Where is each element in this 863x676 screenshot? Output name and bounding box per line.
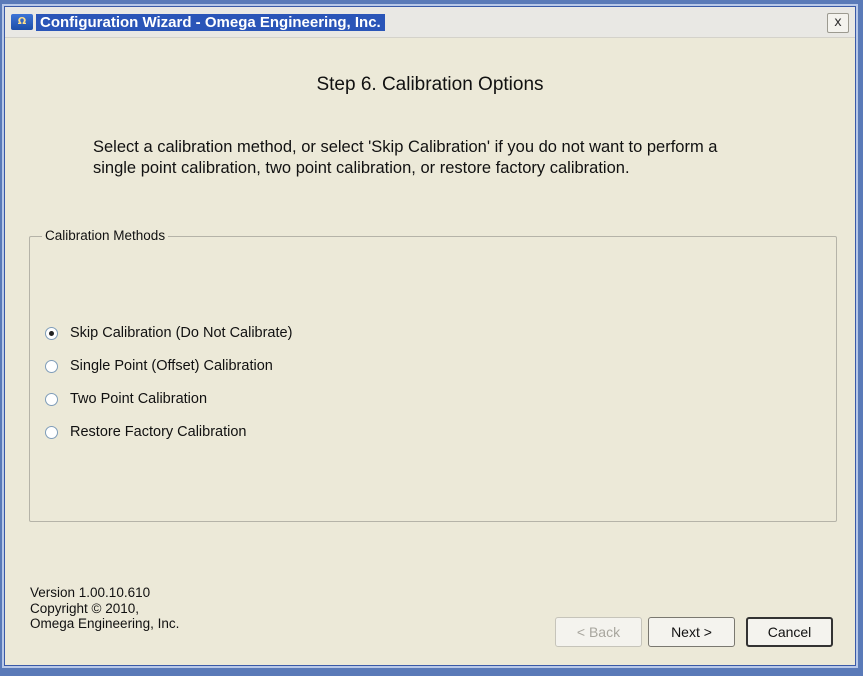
cancel-button[interactable]: Cancel [746, 617, 833, 647]
step-description: Select a calibration method, or select '… [93, 138, 718, 177]
radio-skip-calibration[interactable]: Skip Calibration (Do Not Calibrate) [45, 324, 292, 342]
radio-button[interactable] [45, 392, 58, 406]
window-title: Configuration Wizard - Omega Engineering… [36, 14, 385, 31]
back-button[interactable]: < Back [555, 617, 642, 647]
app-icon: Ω [11, 14, 33, 30]
radio-button-checked[interactable] [45, 326, 58, 340]
radio-single-point-calibration[interactable]: Single Point (Offset) Calibration [45, 357, 273, 375]
title-bar: Ω Configuration Wizard - Omega Engineeri… [5, 7, 855, 38]
version-info: Version 1.00.10.610 Copyright © 2010, Om… [30, 585, 179, 632]
close-button[interactable]: x [827, 13, 849, 33]
step-title: Step 6. Calibration Options [316, 74, 544, 95]
radio-label: Single Point (Offset) Calibration [70, 358, 273, 374]
radio-label: Skip Calibration (Do Not Calibrate) [70, 325, 293, 341]
group-label: Calibration Methods [42, 228, 169, 243]
radio-button[interactable] [45, 359, 58, 373]
radio-restore-factory-calibration[interactable]: Restore Factory Calibration [45, 423, 247, 441]
next-button[interactable]: Next > [648, 617, 735, 647]
radio-button[interactable] [45, 425, 58, 439]
calibration-methods-group: Calibration Methods Skip Calibration (Do… [29, 228, 837, 522]
radio-label: Restore Factory Calibration [70, 424, 247, 440]
copyright-text: Copyright © 2010, [30, 600, 140, 616]
wizard-window: Ω Configuration Wizard - Omega Engineeri… [4, 6, 856, 666]
version-text: Version 1.00.10.610 [30, 585, 151, 600]
close-icon: x [834, 15, 842, 30]
company-text: Omega Engineering, Inc. [30, 616, 180, 631]
radio-two-point-calibration[interactable]: Two Point Calibration [45, 390, 207, 408]
radio-label: Two Point Calibration [70, 391, 208, 407]
